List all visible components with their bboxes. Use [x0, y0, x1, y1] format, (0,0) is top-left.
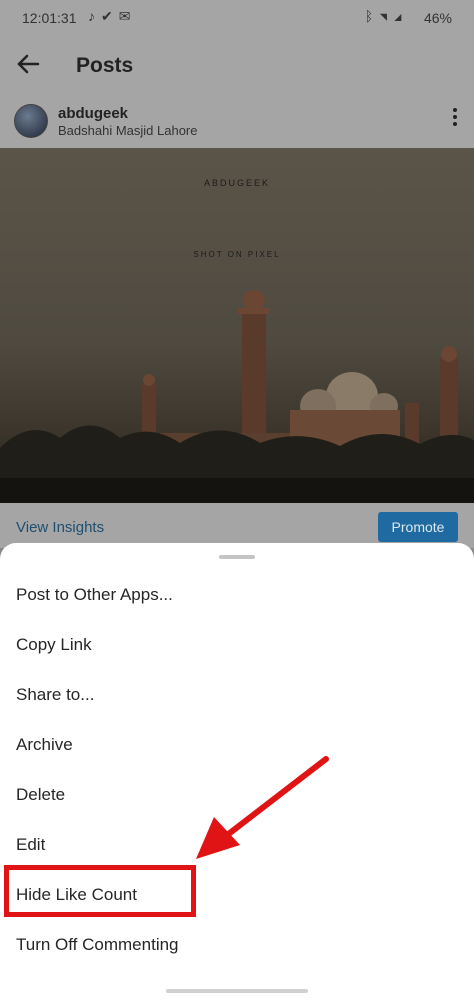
more-options-icon[interactable]: [452, 106, 458, 132]
red-arrow-annotation: [196, 756, 329, 859]
mosque-silhouette: [0, 290, 474, 503]
notification-icons: ♪✔✉: [88, 8, 136, 25]
system-icons: ᛒ◥◢: [365, 8, 408, 24]
post-username[interactable]: abdugeek: [58, 105, 128, 122]
menu-item-archive[interactable]: Archive: [16, 735, 73, 755]
sheet-drag-handle[interactable]: [219, 555, 255, 559]
post-photo[interactable]: ABDUGEEK SHOT ON PIXEL: [0, 148, 474, 503]
status-time: 12:01:31: [22, 10, 77, 26]
home-indicator: [166, 989, 308, 993]
menu-item-share-to[interactable]: Share to...: [16, 685, 94, 705]
app-bar: Posts: [0, 36, 474, 96]
menu-item-copy-link[interactable]: Copy Link: [16, 635, 92, 655]
mail-icon: ✉: [118, 8, 137, 24]
avatar[interactable]: [14, 104, 48, 138]
back-arrow-icon[interactable]: [14, 50, 42, 85]
menu-item-delete[interactable]: Delete: [16, 785, 65, 805]
post-actions: View Insights Promote: [0, 503, 474, 548]
highlight-box-annotation: [4, 865, 196, 917]
status-bar: 12:01:31 ♪✔✉ ᛒ◥◢ 46%: [0, 0, 474, 36]
page-title: Posts: [76, 54, 134, 77]
options-bottom-sheet: Post to Other Apps... Copy Link Share to…: [0, 543, 474, 1000]
view-insights-link[interactable]: View Insights: [16, 519, 104, 536]
signal-icon: ◢: [393, 8, 408, 24]
promote-button[interactable]: Promote: [378, 512, 458, 542]
post-header: abdugeek Badshahi Masjid Lahore: [0, 96, 474, 148]
menu-item-edit[interactable]: Edit: [16, 835, 45, 855]
check-icon: ✔: [101, 8, 119, 24]
wifi-icon: ◥: [379, 8, 394, 24]
battery-level: 46%: [423, 10, 452, 26]
post-location[interactable]: Badshahi Masjid Lahore: [58, 123, 197, 138]
bluetooth-icon: ᛒ: [364, 8, 380, 24]
music-note-icon: ♪: [88, 8, 101, 24]
menu-item-post-to-other-apps[interactable]: Post to Other Apps...: [16, 585, 173, 605]
menu-item-turn-off-commenting[interactable]: Turn Off Commenting: [16, 935, 179, 955]
